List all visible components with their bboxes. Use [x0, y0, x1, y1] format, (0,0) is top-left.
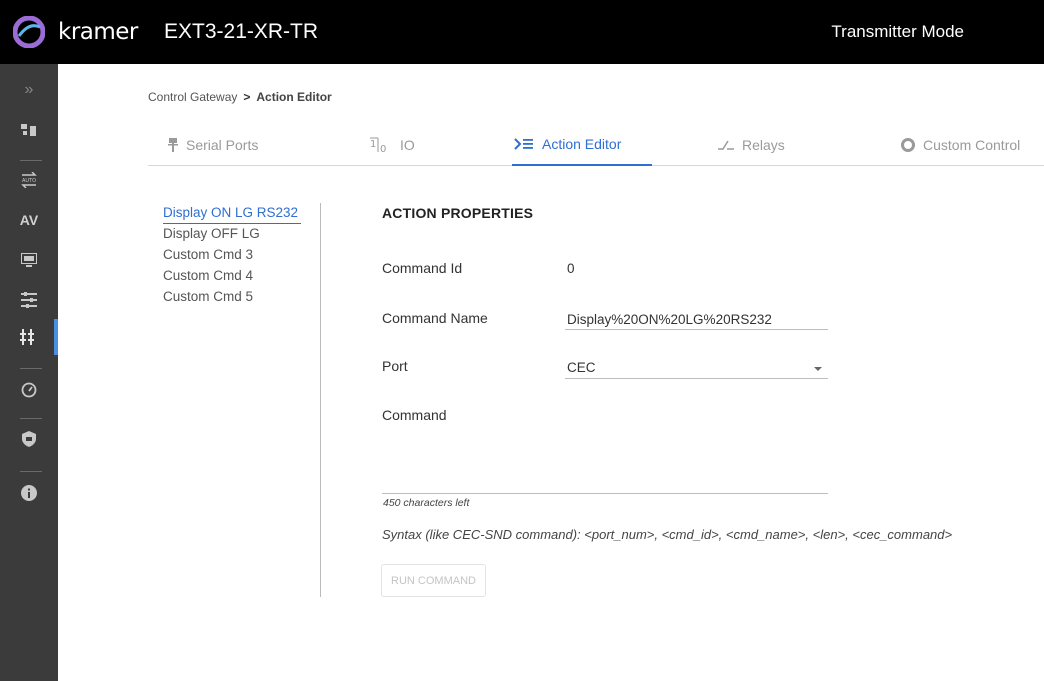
command-textarea[interactable] — [382, 430, 828, 492]
relay-icon — [718, 140, 734, 150]
custom-control-icon — [901, 138, 915, 152]
breadcrumb-parent[interactable]: Control Gateway — [148, 90, 237, 104]
breadcrumb-separator: > — [243, 90, 251, 104]
svg-text:AUTO: AUTO — [22, 178, 36, 184]
serial-port-icon — [168, 138, 178, 152]
sidebar-item-info[interactable] — [0, 475, 58, 511]
svg-text:1: 1 — [370, 139, 376, 150]
tab-label: Relays — [742, 137, 785, 153]
command-list: Display ON LG RS232 Display OFF LG Custo… — [163, 203, 321, 308]
run-command-button[interactable]: RUN COMMAND — [381, 564, 486, 597]
sidebar-divider — [20, 368, 42, 369]
av-icon: AV — [19, 212, 39, 228]
tab-custom-control[interactable]: Custom Control — [901, 124, 1020, 166]
breadcrumb: Control Gateway > Action Editor — [148, 90, 332, 104]
breadcrumb-current: Action Editor — [256, 90, 332, 104]
vertical-divider — [320, 203, 321, 597]
sidebar-item-edid[interactable] — [0, 242, 58, 278]
chars-left-hint: 450 characters left — [383, 497, 470, 509]
command-name-label: Command Name — [382, 310, 488, 326]
sidebar-item-auto-switch[interactable]: AUTO — [0, 162, 58, 198]
command-item[interactable]: Custom Cmd 5 — [163, 287, 321, 308]
top-bar: kramer EXT3-21-XR-TR Transmitter Mode — [0, 0, 1044, 64]
command-item[interactable]: Display OFF LG — [163, 224, 321, 245]
command-id-label: Command Id — [382, 260, 463, 276]
sidebar-item-control-gateway[interactable] — [0, 319, 58, 355]
sidebar-item-settings[interactable] — [0, 282, 58, 318]
kramer-logo-icon — [13, 16, 45, 48]
edid-icon — [21, 253, 37, 267]
control-gateway-icon — [20, 329, 34, 345]
sidebar-divider — [20, 160, 42, 161]
tab-io[interactable]: 10 IO — [370, 124, 415, 166]
port-underline — [565, 378, 828, 379]
device-name: EXT3-21-XR-TR — [164, 20, 319, 43]
action-editor-icon — [514, 138, 533, 150]
properties-title: ACTION PROPERTIES — [382, 205, 534, 221]
sidebar-divider — [20, 471, 42, 472]
command-name-field[interactable]: Display%20ON%20LG%20RS232 — [567, 312, 772, 327]
tab-label: Action Editor — [542, 136, 622, 152]
sidebar: » AUTO AV — [0, 64, 58, 681]
sidebar-item-security[interactable] — [0, 421, 58, 457]
svg-text:0: 0 — [380, 144, 386, 153]
sidebar-item-topology[interactable] — [0, 113, 58, 149]
sidebar-item-av[interactable]: AV — [0, 202, 58, 238]
security-shield-icon — [22, 431, 36, 447]
command-name-underline — [565, 329, 828, 330]
tab-label: Serial Ports — [186, 137, 259, 153]
diagnostics-gauge-icon — [21, 382, 37, 398]
sidebar-expand-button[interactable]: » — [0, 72, 58, 108]
device-mode: Transmitter Mode — [831, 22, 964, 41]
command-label: Command — [382, 407, 447, 423]
tab-bar: Serial Ports 10 IO Action Editor Relays … — [148, 124, 1044, 166]
chevron-down-icon[interactable] — [814, 367, 822, 371]
auto-switch-icon: AUTO — [21, 172, 37, 188]
expand-icon: » — [24, 81, 34, 98]
sidebar-divider — [20, 418, 42, 419]
command-item[interactable]: Display ON LG RS232 — [163, 203, 301, 224]
port-label: Port — [382, 358, 408, 374]
command-item[interactable]: Custom Cmd 4 — [163, 266, 321, 287]
tab-label: Custom Control — [923, 137, 1021, 153]
tab-label: IO — [400, 137, 415, 153]
tab-relays[interactable]: Relays — [718, 124, 785, 166]
info-icon — [21, 485, 37, 501]
command-item[interactable]: Custom Cmd 3 — [163, 245, 321, 266]
sidebar-item-diagnostics[interactable] — [0, 372, 58, 408]
command-underline — [382, 493, 828, 494]
tab-serial-ports[interactable]: Serial Ports — [168, 124, 258, 166]
io-icon: 10 — [370, 137, 386, 153]
brand-name: kramer — [58, 19, 138, 45]
syntax-hint: Syntax (like CEC-SND command): <port_num… — [382, 527, 953, 542]
port-select[interactable]: CEC — [567, 360, 596, 375]
tab-action-editor[interactable]: Action Editor — [512, 124, 652, 166]
command-id-value: 0 — [567, 261, 575, 276]
topology-icon — [21, 124, 36, 136]
settings-sliders-icon — [21, 292, 37, 308]
